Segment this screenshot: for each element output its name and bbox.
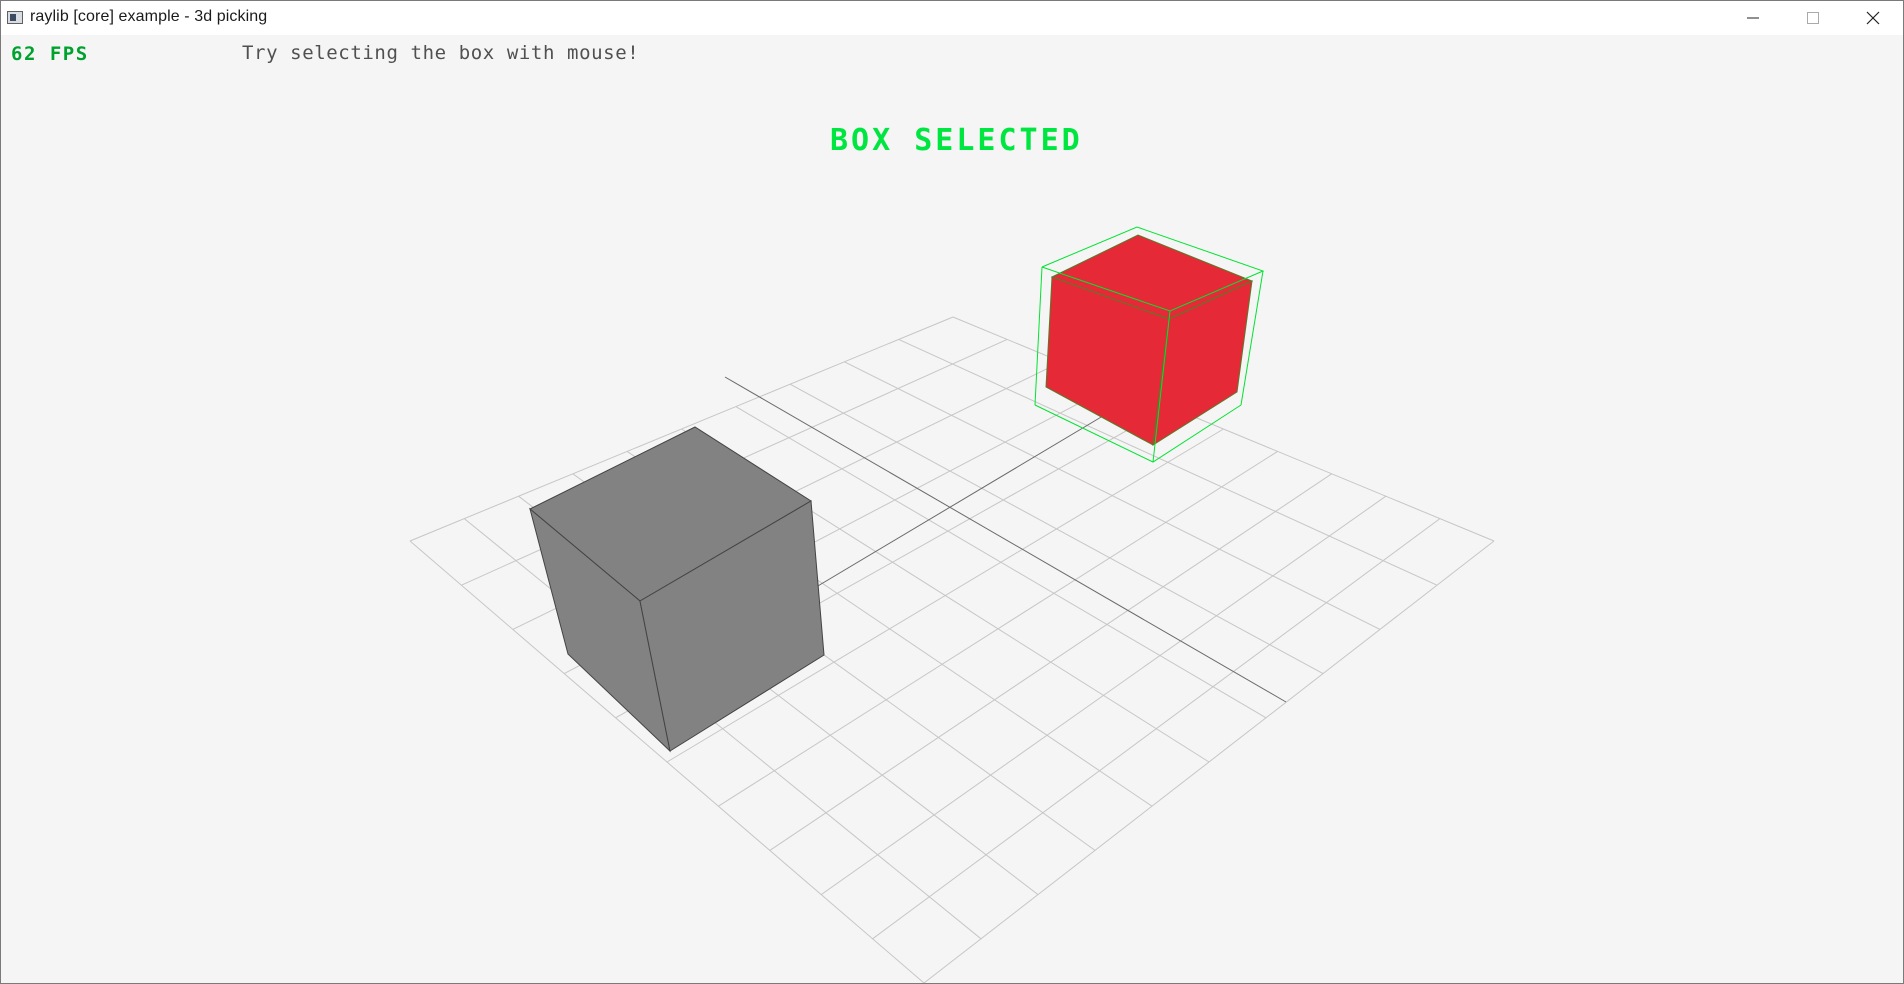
close-icon — [1866, 11, 1880, 25]
grid-line — [820, 495, 1387, 896]
maximize-icon — [1807, 12, 1819, 24]
grid-line — [872, 518, 1441, 940]
app-window: raylib [core] example - 3d picking 62 FP… — [0, 0, 1904, 984]
selected-cube[interactable] — [1045, 234, 1254, 446]
render-canvas[interactable]: 62 FPS Try selecting the box with mouse!… — [1, 35, 1903, 983]
minimize-icon — [1747, 17, 1759, 19]
3d-scene[interactable] — [1, 35, 1903, 983]
close-button[interactable] — [1843, 1, 1903, 35]
maximize-button[interactable] — [1783, 1, 1843, 35]
window-title: raylib [core] example - 3d picking — [30, 8, 268, 25]
grid-line — [769, 473, 1332, 851]
title-bar[interactable]: raylib [core] example - 3d picking — [1, 1, 1903, 35]
selection-status: BOX SELECTED — [830, 123, 1083, 158]
minimize-button[interactable] — [1723, 1, 1783, 35]
fps-counter: 62 FPS — [11, 43, 89, 65]
instruction-text: Try selecting the box with mouse! — [242, 42, 640, 64]
app-icon — [7, 11, 23, 24]
unselected-cube[interactable] — [529, 426, 825, 753]
